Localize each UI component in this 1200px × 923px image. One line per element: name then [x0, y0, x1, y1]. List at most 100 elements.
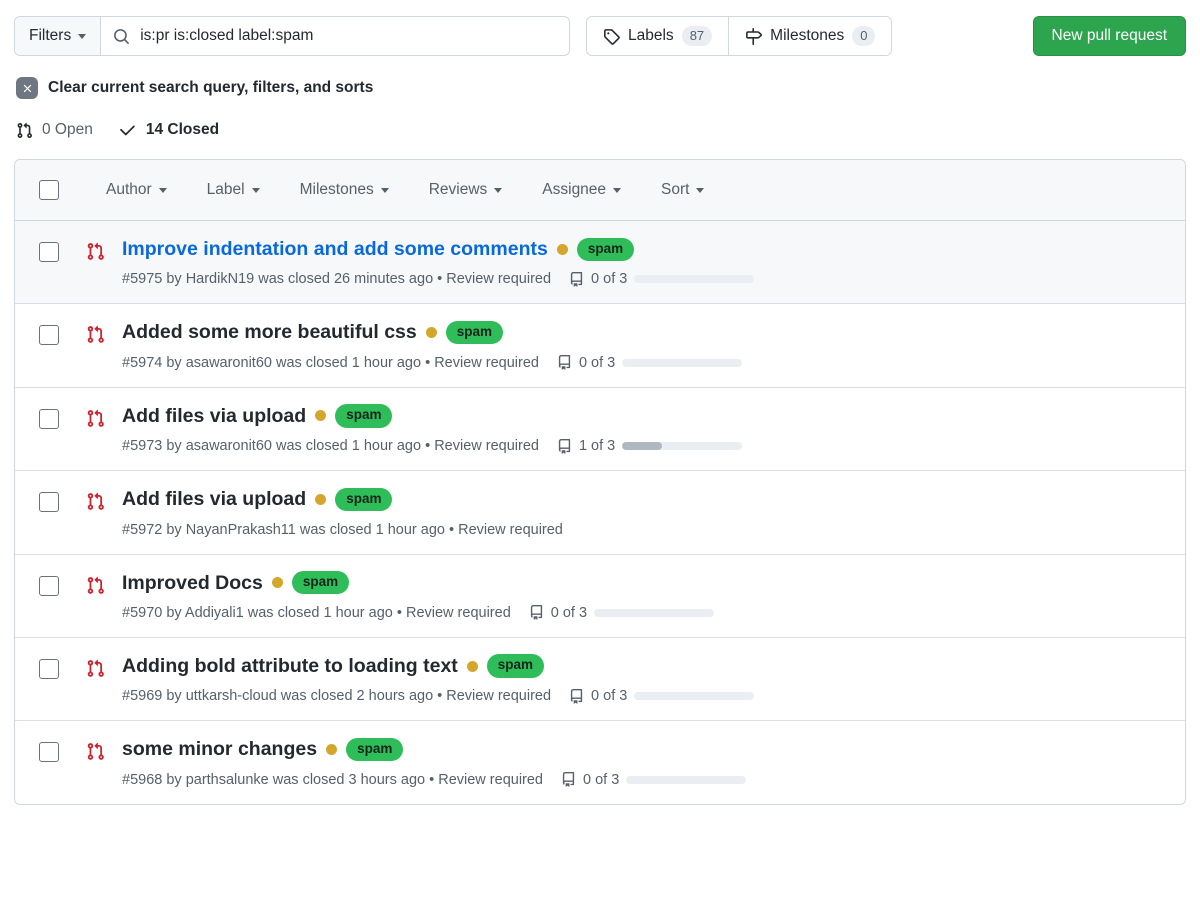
table-row[interactable]: Add files via upload spam #5972 by NayanPr… — [15, 471, 1185, 555]
reviews-filter[interactable]: Reviews — [429, 181, 503, 199]
filter-search-group: Filters — [14, 16, 570, 56]
unread-dot-icon — [556, 243, 568, 255]
table-row[interactable]: Added some more beautiful css spam #5974 b… — [15, 304, 1185, 388]
pull-request-title-link[interactable]: Improved Docs — [122, 571, 263, 595]
pull-request-title-link[interactable]: Add files via upload — [122, 404, 306, 428]
chevron-down-icon — [158, 187, 167, 193]
tasks-progress: 0 of 3 — [557, 355, 743, 371]
tasks-progress: 1 of 3 — [557, 438, 743, 454]
row-metadata: #5975 by HardikN19 was closed 26 minutes… — [122, 271, 1161, 287]
row-title-line: some minor changes spam — [122, 737, 1161, 762]
pull-request-title-link[interactable]: some minor changes — [122, 737, 317, 761]
tasklist-icon — [570, 271, 583, 287]
search-input[interactable] — [140, 27, 557, 45]
row-checkbox[interactable] — [39, 742, 59, 763]
row-checkbox[interactable] — [39, 242, 59, 262]
tasks-progress-bar — [622, 358, 743, 367]
table-row[interactable]: Improved Docs spam #5970 by Addiyali1 was … — [15, 554, 1185, 638]
label-filter[interactable]: Label — [207, 181, 260, 199]
assignee-filter[interactable]: Assignee — [542, 181, 622, 199]
labels-label: Labels — [628, 27, 674, 44]
tasks-progress: 0 of 3 — [529, 605, 715, 621]
row-checkbox[interactable] — [39, 575, 59, 596]
tasks-progress-bar — [622, 442, 743, 451]
row-meta-text: #5972 by NayanPrakash11 was closed 1 hou… — [122, 521, 563, 538]
label-badge-spam[interactable]: spam — [335, 487, 393, 511]
open-count-filter[interactable]: 0 Open — [16, 121, 93, 139]
unread-dot-icon — [271, 577, 283, 589]
label-badge-spam[interactable]: spam — [486, 654, 545, 678]
sort-filter[interactable]: Sort — [661, 181, 705, 199]
unread-dot-icon — [466, 660, 478, 672]
pull-request-title-link[interactable]: Added some more beautiful css — [122, 320, 417, 344]
search-area[interactable] — [101, 17, 569, 55]
filters-label: Filters — [29, 27, 72, 44]
pull-request-title-link[interactable]: Add files via upload — [122, 487, 306, 511]
row-metadata: #5970 by Addiyali1 was closed 1 hour ago… — [122, 605, 1161, 621]
row-title-line: Adding bold attribute to loading text spa… — [122, 654, 1161, 678]
milestones-filter[interactable]: Milestones — [300, 181, 389, 199]
row-content: Added some more beautiful css spam #5974 b… — [122, 320, 1161, 371]
row-meta-text: #5973 by asawaronit60 was closed 1 hour … — [122, 438, 539, 455]
closed-pull-request-icon — [87, 659, 104, 677]
tasks-progress-bar — [594, 608, 715, 617]
search-icon — [114, 28, 130, 44]
check-icon — [120, 125, 135, 136]
row-content: Add files via upload spam #5972 by NayanPr… — [122, 487, 1161, 538]
unread-dot-icon — [315, 410, 327, 422]
sort-filter-label: Sort — [661, 181, 690, 198]
closed-pull-request-icon — [87, 492, 104, 510]
tasklist-icon — [558, 355, 571, 371]
search-toolbar: Filters Labels 87 — [14, 16, 1186, 56]
new-pull-request-button[interactable]: New pull request — [1032, 16, 1186, 56]
pull-request-list: Improve indentation and add some comment… — [15, 221, 1185, 804]
milestones-filter-label: Milestones — [299, 181, 374, 198]
label-badge-spam[interactable]: spam — [335, 404, 393, 428]
chevron-down-icon — [696, 187, 705, 193]
tasks-count: 0 of 3 — [591, 271, 628, 288]
row-meta-text: #5975 by HardikN19 was closed 26 minutes… — [122, 271, 552, 288]
label-badge-spam[interactable]: spam — [445, 320, 504, 345]
row-content: some minor changes spam #5968 by parthsalu… — [122, 737, 1161, 788]
tasklist-icon — [558, 438, 571, 454]
select-all-checkbox[interactable] — [39, 180, 59, 200]
table-row[interactable]: Adding bold attribute to loading text spa… — [15, 637, 1185, 722]
table-row[interactable]: Improve indentation and add some comment… — [15, 221, 1185, 305]
closed-pull-request-icon — [87, 576, 104, 594]
assignee-filter-label: Assignee — [542, 181, 607, 198]
milestones-button[interactable]: Milestones 0 — [728, 17, 892, 55]
tasks-count: 0 of 3 — [583, 771, 620, 788]
chevron-down-icon — [494, 187, 503, 193]
labels-button[interactable]: Labels 87 — [587, 17, 729, 55]
tasklist-icon — [562, 772, 575, 787]
label-badge-spam[interactable]: spam — [291, 571, 350, 595]
label-badge-spam[interactable]: spam — [346, 737, 404, 762]
tasks-progress: 0 of 3 — [569, 688, 755, 705]
author-filter[interactable]: Author — [106, 181, 167, 199]
unread-dot-icon — [326, 743, 338, 755]
pull-request-title-link[interactable]: Improve indentation and add some comment… — [122, 237, 548, 261]
table-row[interactable]: some minor changes spam #5968 by parthsalu… — [15, 721, 1185, 804]
unread-dot-icon — [315, 493, 327, 505]
table-row[interactable]: Add files via upload spam #5973 by asawaro… — [15, 387, 1185, 472]
row-checkbox[interactable] — [39, 325, 59, 346]
tasks-progress-bar — [626, 775, 747, 784]
milestone-icon — [746, 27, 763, 45]
row-checkbox[interactable] — [39, 492, 59, 513]
tasks-progress-bar — [634, 275, 755, 284]
row-metadata: #5969 by uttkarsh-cloud was closed 2 hou… — [122, 688, 1161, 704]
label-badge-spam[interactable]: spam — [576, 237, 635, 261]
pull-request-title-link[interactable]: Adding bold attribute to loading text — [122, 654, 458, 678]
tasks-count: 0 of 3 — [591, 688, 628, 705]
row-checkbox[interactable] — [39, 408, 59, 429]
tag-icon — [604, 28, 620, 45]
filters-dropdown-button[interactable]: Filters — [15, 17, 102, 55]
row-metadata: #5972 by NayanPrakash11 was closed 1 hou… — [122, 522, 1161, 538]
closed-count-filter[interactable]: 14 Closed — [119, 121, 219, 139]
clear-search-link[interactable]: Clear current search query, filters, and… — [16, 77, 1186, 99]
row-checkbox[interactable] — [39, 658, 59, 679]
row-metadata: #5973 by asawaronit60 was closed 1 hour … — [122, 438, 1161, 454]
row-title-line: Add files via upload spam — [122, 487, 1161, 511]
row-title-line: Add files via upload spam — [122, 404, 1161, 428]
closed-pull-request-icon — [87, 409, 104, 427]
